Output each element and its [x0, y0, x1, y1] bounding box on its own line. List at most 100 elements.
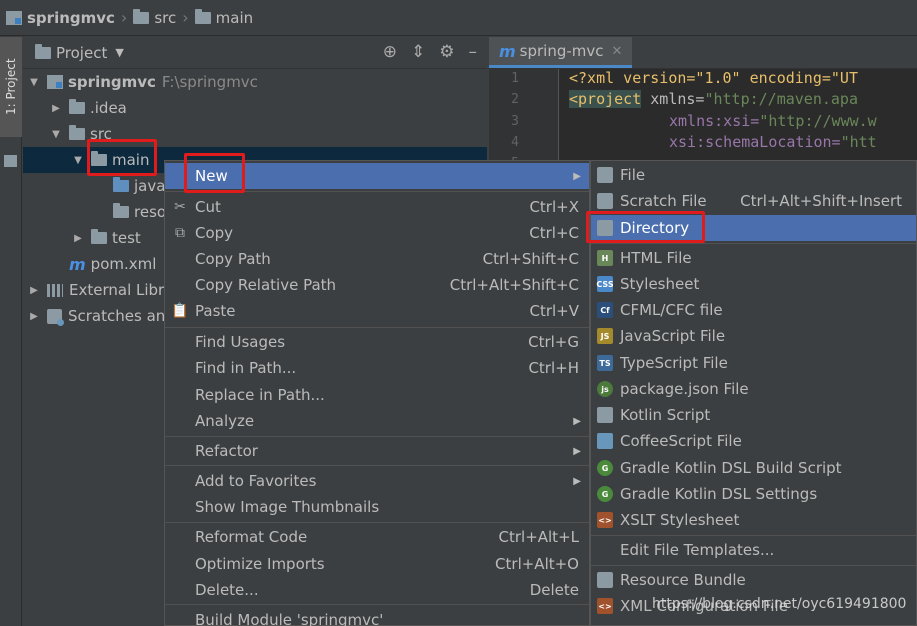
submenu-item-label: Gradle Kotlin DSL Settings — [620, 485, 818, 503]
project-view-selector[interactable]: Project — [56, 44, 107, 62]
menu-item-copy[interactable]: ⧉ Copy Ctrl+C — [165, 220, 589, 246]
collapse-arrow-icon[interactable]: ▶ — [49, 103, 63, 114]
folder-icon — [91, 229, 107, 244]
menu-item-paste[interactable]: 📋 Paste Ctrl+V — [165, 298, 589, 324]
menu-item-delete[interactable]: Delete... Delete — [165, 577, 589, 603]
collapse-arrow-icon[interactable]: ▶ — [71, 233, 85, 244]
tree-item-label: main — [112, 151, 150, 169]
menu-item-shortcut: Ctrl+Alt+L — [498, 528, 580, 546]
line-number: 4 — [511, 135, 519, 150]
project-panel-header: Project ▼ ⊕ ⇕ ⚙ – — [23, 37, 487, 69]
menu-item-refactor[interactable]: Refactor ▶ — [165, 438, 589, 464]
tree-item-label: .idea — [90, 99, 127, 117]
editor-tab-label: spring-mvc — [519, 42, 604, 60]
menu-item-copy-path[interactable]: Copy Path Ctrl+Shift+C — [165, 246, 589, 272]
folder-icon — [69, 99, 85, 114]
breadcrumb-project[interactable]: springmvc — [6, 9, 115, 27]
menu-item-label: Find Usages — [195, 333, 286, 351]
menu-separator — [165, 522, 589, 523]
tool-window-stripe: 1: Project — [0, 37, 22, 626]
menu-item-add-to-favorites[interactable]: Add to Favorites ▶ — [165, 468, 589, 494]
tree-item-src[interactable]: ▼ src — [23, 121, 487, 147]
menu-separator — [165, 191, 589, 192]
code-attr: xsi:schemaLocation= — [669, 133, 841, 151]
menu-item-show-image-thumbnails[interactable]: Show Image Thumbnails — [165, 494, 589, 520]
menu-item-label: Copy Relative Path — [195, 276, 337, 294]
close-icon[interactable]: ✕ — [612, 44, 623, 59]
source-folder-icon — [113, 177, 129, 192]
coffeescript-icon — [597, 433, 613, 449]
breadcrumb-main[interactable]: main — [194, 8, 253, 27]
menu-item-shortcut: Ctrl+Alt+O — [495, 555, 579, 573]
code-line: xmlns:xsi="http://www.w — [669, 112, 877, 130]
submenu-arrow-icon: ▶ — [573, 415, 581, 427]
submenu-item-file[interactable]: File — [591, 162, 916, 188]
menu-item-replace-in-path[interactable]: Replace in Path... — [165, 382, 589, 408]
menu-item-label: New — [195, 167, 228, 185]
menu-separator — [591, 565, 916, 566]
menu-item-label: Find in Path... — [195, 359, 297, 377]
collapse-arrow-icon[interactable]: ▶ — [27, 311, 41, 322]
submenu-item-html-file[interactable]: H HTML File — [591, 245, 916, 271]
breadcrumb-src-label: src — [154, 8, 177, 27]
project-tool-tab[interactable]: 1: Project — [0, 37, 22, 137]
expand-arrow-icon[interactable]: ▼ — [27, 77, 41, 88]
submenu-item-label: Scratch File — [620, 192, 707, 210]
menu-item-reformat-code[interactable]: Reformat Code Ctrl+Alt+L — [165, 524, 589, 550]
menu-item-build-module[interactable]: Build Module 'springmvc' — [165, 607, 589, 626]
editor-tab-spring-mvc[interactable]: m spring-mvc ✕ — [489, 37, 633, 68]
code-line: <project xmlns="http://maven.apa — [569, 90, 858, 108]
submenu-item-label: File — [620, 166, 646, 184]
menu-item-analyze[interactable]: Analyze ▶ — [165, 408, 589, 434]
structure-icon[interactable] — [4, 155, 17, 167]
code-string: "http://maven.apa — [704, 90, 858, 108]
submenu-item-scratch-file[interactable]: Scratch File Ctrl+Alt+Shift+Insert — [591, 188, 916, 214]
expand-arrow-icon[interactable]: ▼ — [71, 155, 85, 166]
submenu-item-label: TypeScript File — [620, 354, 728, 372]
collapse-all-icon[interactable]: ⇕ — [411, 42, 425, 62]
submenu-item-xslt-stylesheet[interactable]: <> XSLT Stylesheet — [591, 507, 916, 533]
menu-item-new[interactable]: New ▶ — [165, 163, 589, 189]
maven-icon: m — [69, 254, 86, 274]
submenu-item-resource-bundle[interactable]: Resource Bundle — [591, 567, 916, 593]
copy-icon: ⧉ — [175, 225, 185, 241]
breadcrumb-src[interactable]: src — [133, 8, 177, 27]
tree-item-label: pom.xml — [90, 255, 157, 273]
tree-item-root[interactable]: ▼ springmvc F:\springmvc — [23, 69, 487, 95]
submenu-item-edit-file-templates[interactable]: Edit File Templates... — [591, 537, 916, 563]
typescript-file-icon: TS — [597, 355, 613, 371]
submenu-item-gradle-build-script[interactable]: G Gradle Kotlin DSL Build Script — [591, 455, 916, 481]
tree-item-path: F:\springmvc — [161, 73, 258, 91]
gear-icon[interactable]: ⚙ — [439, 42, 454, 62]
minimize-icon[interactable]: – — [469, 42, 478, 62]
collapse-arrow-icon[interactable]: ▶ — [27, 285, 41, 296]
menu-item-find-in-path[interactable]: Find in Path... Ctrl+H — [165, 355, 589, 381]
submenu-item-label: Kotlin Script — [620, 406, 711, 424]
scissors-icon: ✂ — [174, 199, 186, 215]
code-text: <?xml version="1.0" encoding="UT — [569, 69, 858, 87]
code-line: <?xml version="1.0" encoding="UT — [569, 69, 858, 87]
submenu-item-kotlin-script[interactable]: Kotlin Script — [591, 402, 916, 428]
code-string: "http://www.w — [759, 112, 877, 130]
submenu-item-cfml-file[interactable]: Cf CFML/CFC file — [591, 297, 916, 323]
folder-icon — [597, 220, 613, 236]
menu-item-copy-relative-path[interactable]: Copy Relative Path Ctrl+Alt+Shift+C — [165, 272, 589, 298]
menu-separator — [165, 465, 589, 466]
submenu-item-shortcut: Ctrl+Alt+Shift+Insert — [740, 192, 902, 210]
expand-arrow-icon[interactable]: ▼ — [49, 129, 63, 140]
submenu-item-stylesheet[interactable]: CSS Stylesheet — [591, 271, 916, 297]
submenu-item-package-json[interactable]: js package.json File — [591, 376, 916, 402]
menu-separator — [165, 604, 589, 605]
chevron-down-icon[interactable]: ▼ — [115, 46, 123, 59]
submenu-item-coffeescript-file[interactable]: CoffeeScript File — [591, 428, 916, 454]
submenu-item-directory[interactable]: Directory — [591, 215, 916, 241]
tree-item-idea[interactable]: ▶ .idea — [23, 95, 487, 121]
menu-item-optimize-imports[interactable]: Optimize Imports Ctrl+Alt+O — [165, 551, 589, 577]
locate-target-icon[interactable]: ⊕ — [383, 42, 397, 62]
submenu-item-label: Directory — [620, 219, 690, 237]
menu-item-cut[interactable]: ✂ Cut Ctrl+X — [165, 194, 589, 220]
submenu-item-javascript-file[interactable]: JS JavaScript File — [591, 323, 916, 349]
submenu-item-typescript-file[interactable]: TS TypeScript File — [591, 350, 916, 376]
menu-item-find-usages[interactable]: Find Usages Ctrl+G — [165, 329, 589, 355]
submenu-item-gradle-settings[interactable]: G Gradle Kotlin DSL Settings — [591, 481, 916, 507]
